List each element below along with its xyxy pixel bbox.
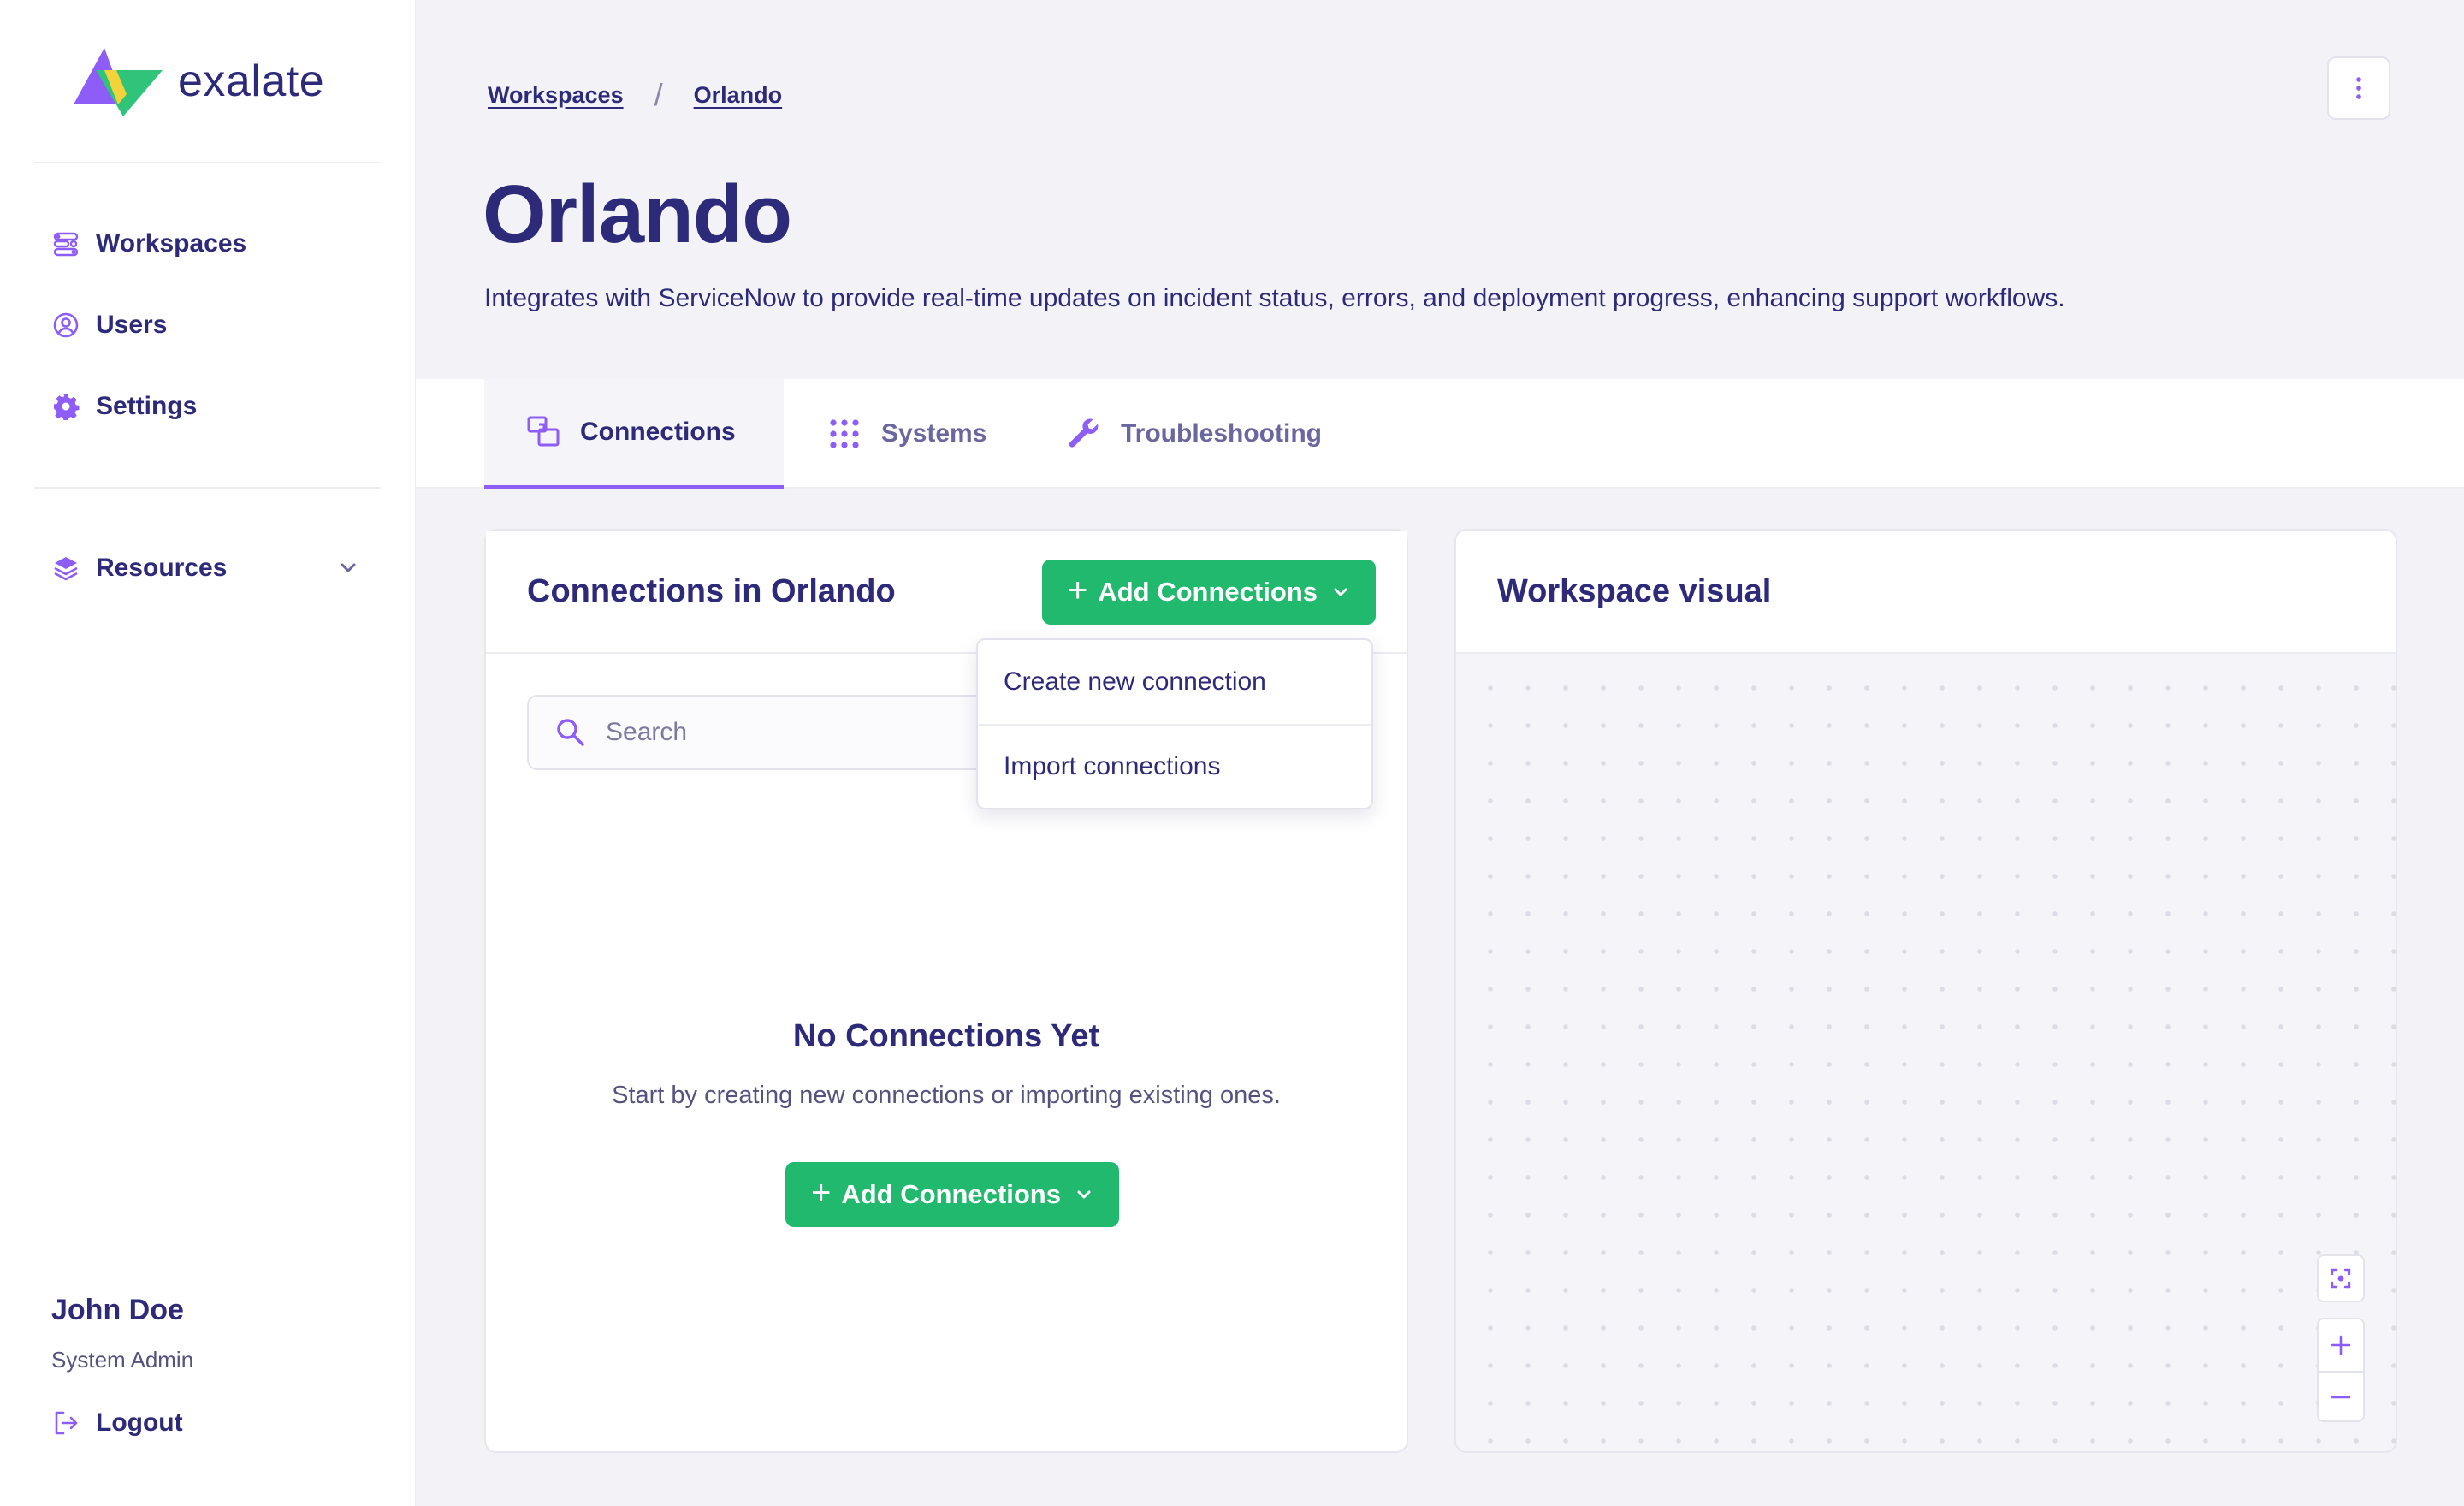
breadcrumb-workspaces[interactable]: Workspaces [488,82,624,109]
breadcrumb-orlando[interactable]: Orlando [694,82,783,109]
fit-view-button[interactable] [2317,1254,2365,1302]
tab-label: Troubleshooting [1121,419,1322,448]
sidebar-item-settings[interactable]: Settings [51,392,197,421]
page-title: Orlando [483,169,792,260]
add-connections-button[interactable]: + Add Connections [1042,560,1376,625]
tab-troubleshooting[interactable]: Troubleshooting [1066,379,1322,489]
add-connections-label: Add Connections [841,1179,1061,1209]
zoom-controls [2317,1318,2365,1422]
empty-state-title: No Connections Yet [792,1018,1100,1054]
user-role: System Admin [51,1347,194,1373]
chevron-down-icon[interactable] [337,556,359,578]
tab-label: Systems [881,419,987,448]
sidebar-item-label: Users [96,311,168,339]
workspace-visual-card: Workspace visual [1454,529,2397,1453]
sidebar-item-resources[interactable]: Resources [51,554,227,583]
grid-dots-icon [830,419,859,448]
chevron-down-icon [1077,1190,1091,1199]
sidebar-divider [34,162,381,163]
sidebar-item-label: Workspaces [96,229,247,258]
add-connections-label: Add Connections [1098,577,1318,607]
zoom-out-button[interactable] [2319,1371,2363,1422]
empty-state-subtitle: Start by creating new connections or imp… [612,1082,1281,1109]
gear-icon [51,392,80,421]
chevron-down-icon [1334,588,1348,596]
add-connections-empty-button[interactable]: + Add Connections [785,1162,1119,1227]
zoom-in-button[interactable] [2319,1319,2363,1371]
create-new-connection-option[interactable]: Create new connection [978,640,1371,724]
search-box [527,695,1006,770]
workspace-canvas[interactable] [1456,654,2396,1451]
import-connections-option[interactable]: Import connections [978,724,1371,808]
plus-icon: + [811,1173,832,1212]
tab-label: Connections [580,418,736,446]
search-input[interactable] [606,718,974,747]
logout-icon [51,1408,80,1438]
breadcrumb: Workspaces / Orlando [488,77,782,113]
minus-icon [2331,1396,2351,1399]
sidebar-item-workspaces[interactable]: Workspaces [51,229,246,258]
sidebar-divider [34,487,381,489]
wrench-icon [1069,418,1099,448]
exalate-logo-icon [74,48,163,116]
exalate-logo[interactable]: exalate [70,44,324,118]
breadcrumb-separator: / [654,77,663,112]
logout-label: Logout [96,1408,183,1437]
user-circle-icon [51,311,80,340]
plus-icon [2331,1335,2351,1355]
layers-icon [51,554,80,583]
fit-view-icon [2331,1268,2351,1289]
tab-systems[interactable]: Systems [826,379,986,489]
user-name: John Doe [51,1294,184,1326]
plus-icon: + [1068,571,1088,609]
search-icon [557,719,584,746]
page-description: Integrates with ServiceNow to provide re… [484,284,2065,312]
brand-name: exalate [178,56,325,106]
kebab-menu-icon [2356,77,2361,99]
workspace-visual-title: Workspace visual [1497,573,1772,609]
more-options-button[interactable] [2327,56,2390,120]
tab-bar: Connections Systems Troubleshooting [416,379,2464,489]
sidebar-item-users[interactable]: Users [51,311,167,340]
add-connections-dropdown: Create new connection Import connections [976,638,1373,809]
connections-icon [527,416,560,447]
connections-card-title: Connections in Orlando [527,573,896,609]
sidebar-item-label: Settings [96,392,198,420]
workspaces-icon [51,229,80,258]
workspace-visual-header: Workspace visual [1456,531,2396,654]
connections-card-header: Connections in Orlando + Add Connections [486,531,1407,654]
tab-connections[interactable]: Connections [484,379,784,489]
sidebar: exalate Workspaces Users Settings Resour… [0,0,416,1506]
logout-button[interactable]: Logout [51,1408,183,1438]
sidebar-item-label: Resources [96,554,228,582]
